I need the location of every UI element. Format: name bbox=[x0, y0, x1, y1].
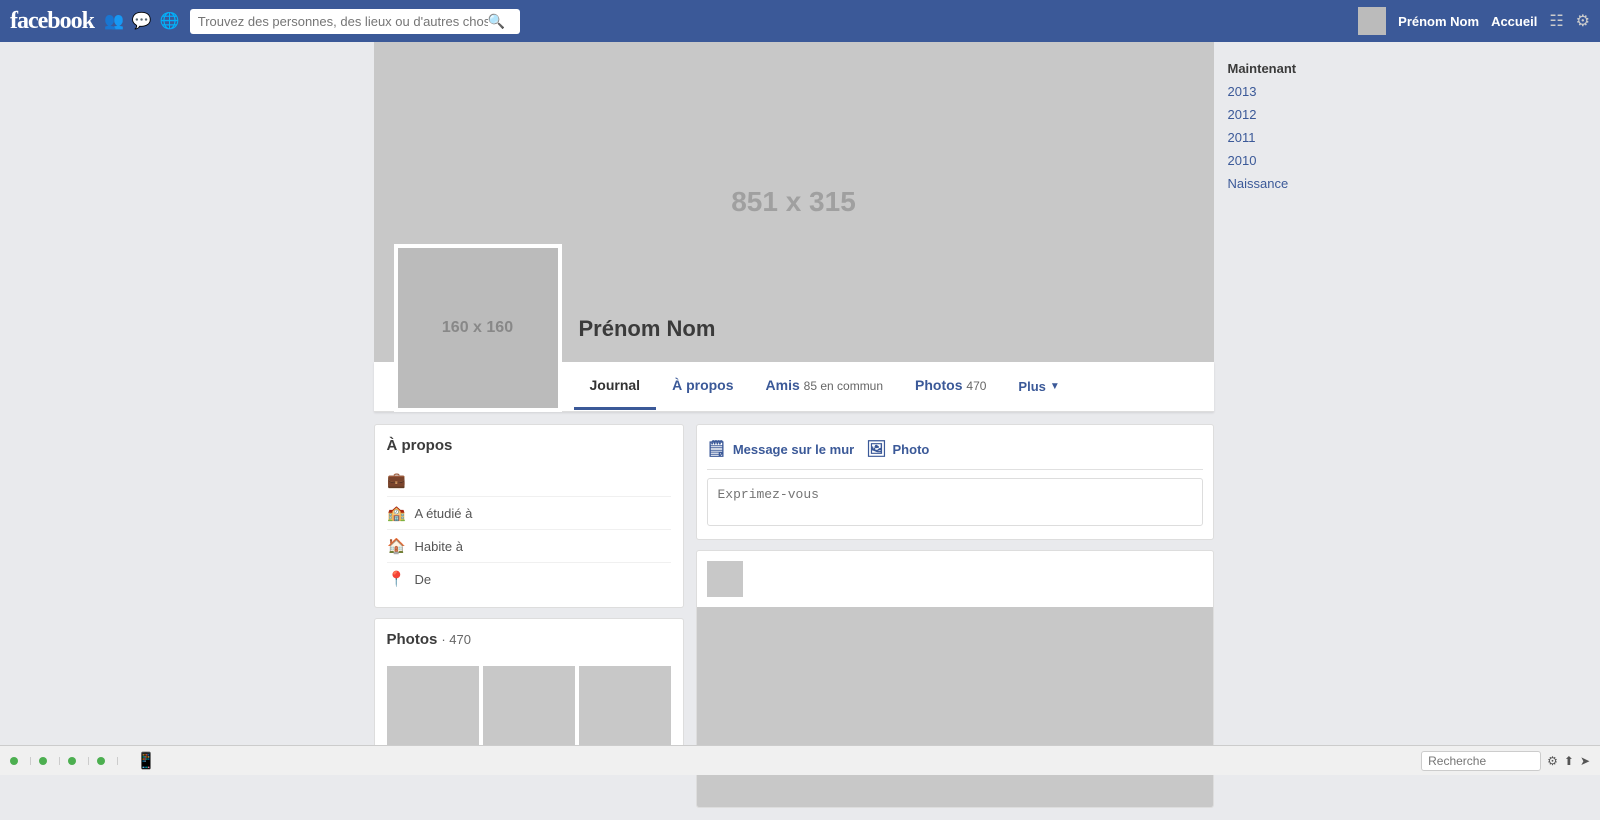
profile-pic-dimensions: 160 x 160 bbox=[442, 319, 513, 337]
profile-area: 851 x 315 160 x 160 Prénom Nom Journal À… bbox=[374, 42, 1214, 820]
bottom-login-icon[interactable]: ⬆ bbox=[1564, 754, 1574, 768]
feed-post-image bbox=[697, 607, 1213, 807]
school-icon: 🏫 bbox=[387, 504, 407, 522]
about-row-school: 🏫 A étudié à bbox=[387, 497, 671, 530]
right-nav: Prénom Nom Accueil ☷ ⚙ bbox=[1358, 7, 1590, 35]
search-input[interactable] bbox=[198, 14, 488, 29]
green-dot-1 bbox=[10, 757, 18, 765]
post-tab-message[interactable]: 🗒 Message sur le mur bbox=[707, 435, 867, 463]
tab-more[interactable]: Plus ▼ bbox=[1002, 365, 1075, 408]
bottom-status-4 bbox=[97, 757, 118, 765]
feed-post-header bbox=[697, 551, 1213, 607]
post-box: 🗒 Message sur le mur 🖼 Photo bbox=[696, 424, 1214, 540]
timeline-sidebar: Maintenant 2013 2012 2011 2010 Naissance bbox=[1228, 52, 1424, 195]
about-row-work: 💼 bbox=[387, 464, 671, 497]
post-tab-photo[interactable]: 🖼 Photo bbox=[866, 435, 941, 463]
left-spacer bbox=[177, 42, 374, 820]
photos-badge: 470 bbox=[966, 379, 986, 393]
right-sidebar: Maintenant 2013 2012 2011 2010 Naissance bbox=[1214, 42, 1424, 820]
profile-picture[interactable]: 160 x 160 bbox=[394, 244, 562, 412]
nav-icons: 👥 💬 🌐 bbox=[104, 11, 180, 31]
tab-apropos[interactable]: À propos bbox=[656, 363, 749, 410]
tab-photos[interactable]: Photos 470 bbox=[899, 363, 1002, 410]
post-tab-message-label: Message sur le mur bbox=[733, 442, 854, 457]
settings-icon[interactable]: ⚙ bbox=[1576, 11, 1590, 31]
photos-grid bbox=[387, 666, 671, 746]
home-text: Habite à bbox=[415, 539, 463, 554]
mobile-icon: 📱 bbox=[136, 751, 156, 771]
photo-thumb-2[interactable] bbox=[483, 666, 575, 746]
tab-journal[interactable]: Journal bbox=[574, 363, 657, 410]
top-navigation: facebook 👥 💬 🌐 🔍 Prénom Nom Accueil ☷ ⚙ bbox=[0, 0, 1600, 42]
tab-amis[interactable]: Amis 85 en commun bbox=[750, 363, 900, 410]
left-column: À propos 💼 🏫 A étudié à 🏠 Habite à 📍 bbox=[374, 424, 684, 759]
post-input[interactable] bbox=[707, 478, 1203, 526]
timeline-item-naissance[interactable]: Naissance bbox=[1228, 172, 1424, 195]
message-icon: 🗒 bbox=[707, 439, 727, 459]
main-wrapper: 851 x 315 160 x 160 Prénom Nom Journal À… bbox=[0, 42, 1600, 820]
user-avatar-small bbox=[1358, 7, 1386, 35]
green-dot-4 bbox=[97, 757, 105, 765]
bottom-search-input[interactable] bbox=[1421, 751, 1541, 771]
profile-name: Prénom Nom bbox=[579, 316, 716, 342]
messages-icon[interactable]: 💬 bbox=[132, 11, 152, 31]
photo-thumb-1[interactable] bbox=[387, 666, 479, 746]
bottom-status-2 bbox=[39, 757, 60, 765]
cover-dimensions-label: 851 x 315 bbox=[731, 186, 856, 218]
photos-header: Photos · 470 bbox=[387, 631, 671, 658]
about-row-from: 📍 De bbox=[387, 563, 671, 595]
photo-thumb-3[interactable] bbox=[579, 666, 671, 746]
bottom-bar: 📱 ⚙ ⬆ ➤ bbox=[0, 745, 1600, 775]
search-bar: 🔍 bbox=[190, 9, 520, 34]
photo-icon: 🖼 bbox=[866, 439, 886, 459]
timeline-item-2011[interactable]: 2011 bbox=[1228, 126, 1424, 149]
timeline-item-2012[interactable]: 2012 bbox=[1228, 103, 1424, 126]
search-button[interactable]: 🔍 bbox=[488, 13, 505, 30]
location-icon: 📍 bbox=[387, 570, 407, 588]
bottom-status-1 bbox=[10, 757, 31, 765]
friends-manage-icon[interactable]: ☷ bbox=[1549, 11, 1563, 31]
friends-icon[interactable]: 👥 bbox=[104, 11, 124, 31]
about-title: À propos bbox=[387, 437, 671, 454]
photos-card: Photos · 470 bbox=[374, 618, 684, 759]
bottom-arrow-icon[interactable]: ➤ bbox=[1580, 754, 1590, 768]
timeline-item-now[interactable]: Maintenant bbox=[1228, 57, 1424, 80]
timeline-item-2010[interactable]: 2010 bbox=[1228, 149, 1424, 172]
facebook-logo: facebook bbox=[10, 8, 94, 35]
cover-photo: 851 x 315 160 x 160 Prénom Nom bbox=[374, 42, 1214, 362]
post-tab-photo-label: Photo bbox=[893, 442, 930, 457]
timeline-item-2013[interactable]: 2013 bbox=[1228, 80, 1424, 103]
chevron-down-icon: ▼ bbox=[1050, 381, 1060, 392]
bottom-search: ⚙ ⬆ ➤ bbox=[1421, 751, 1590, 771]
bottom-settings-icon[interactable]: ⚙ bbox=[1547, 754, 1558, 768]
home-icon: 🏠 bbox=[387, 537, 407, 555]
briefcase-icon: 💼 bbox=[387, 471, 407, 489]
green-dot-3 bbox=[68, 757, 76, 765]
bottom-status-3 bbox=[68, 757, 89, 765]
green-dot-2 bbox=[39, 757, 47, 765]
from-text: De bbox=[415, 572, 432, 587]
amis-badge: 85 en commun bbox=[804, 379, 883, 393]
post-tabs: 🗒 Message sur le mur 🖼 Photo bbox=[707, 435, 1203, 470]
school-text: A étudié à bbox=[415, 506, 473, 521]
about-row-home: 🏠 Habite à bbox=[387, 530, 671, 563]
photos-count: · 470 bbox=[441, 632, 471, 647]
feed-avatar bbox=[707, 561, 743, 597]
username-label[interactable]: Prénom Nom bbox=[1398, 14, 1479, 29]
photos-title: Photos bbox=[387, 631, 438, 648]
accueil-link[interactable]: Accueil bbox=[1491, 14, 1537, 29]
globe-icon[interactable]: 🌐 bbox=[160, 11, 180, 31]
about-card: À propos 💼 🏫 A étudié à 🏠 Habite à 📍 bbox=[374, 424, 684, 608]
